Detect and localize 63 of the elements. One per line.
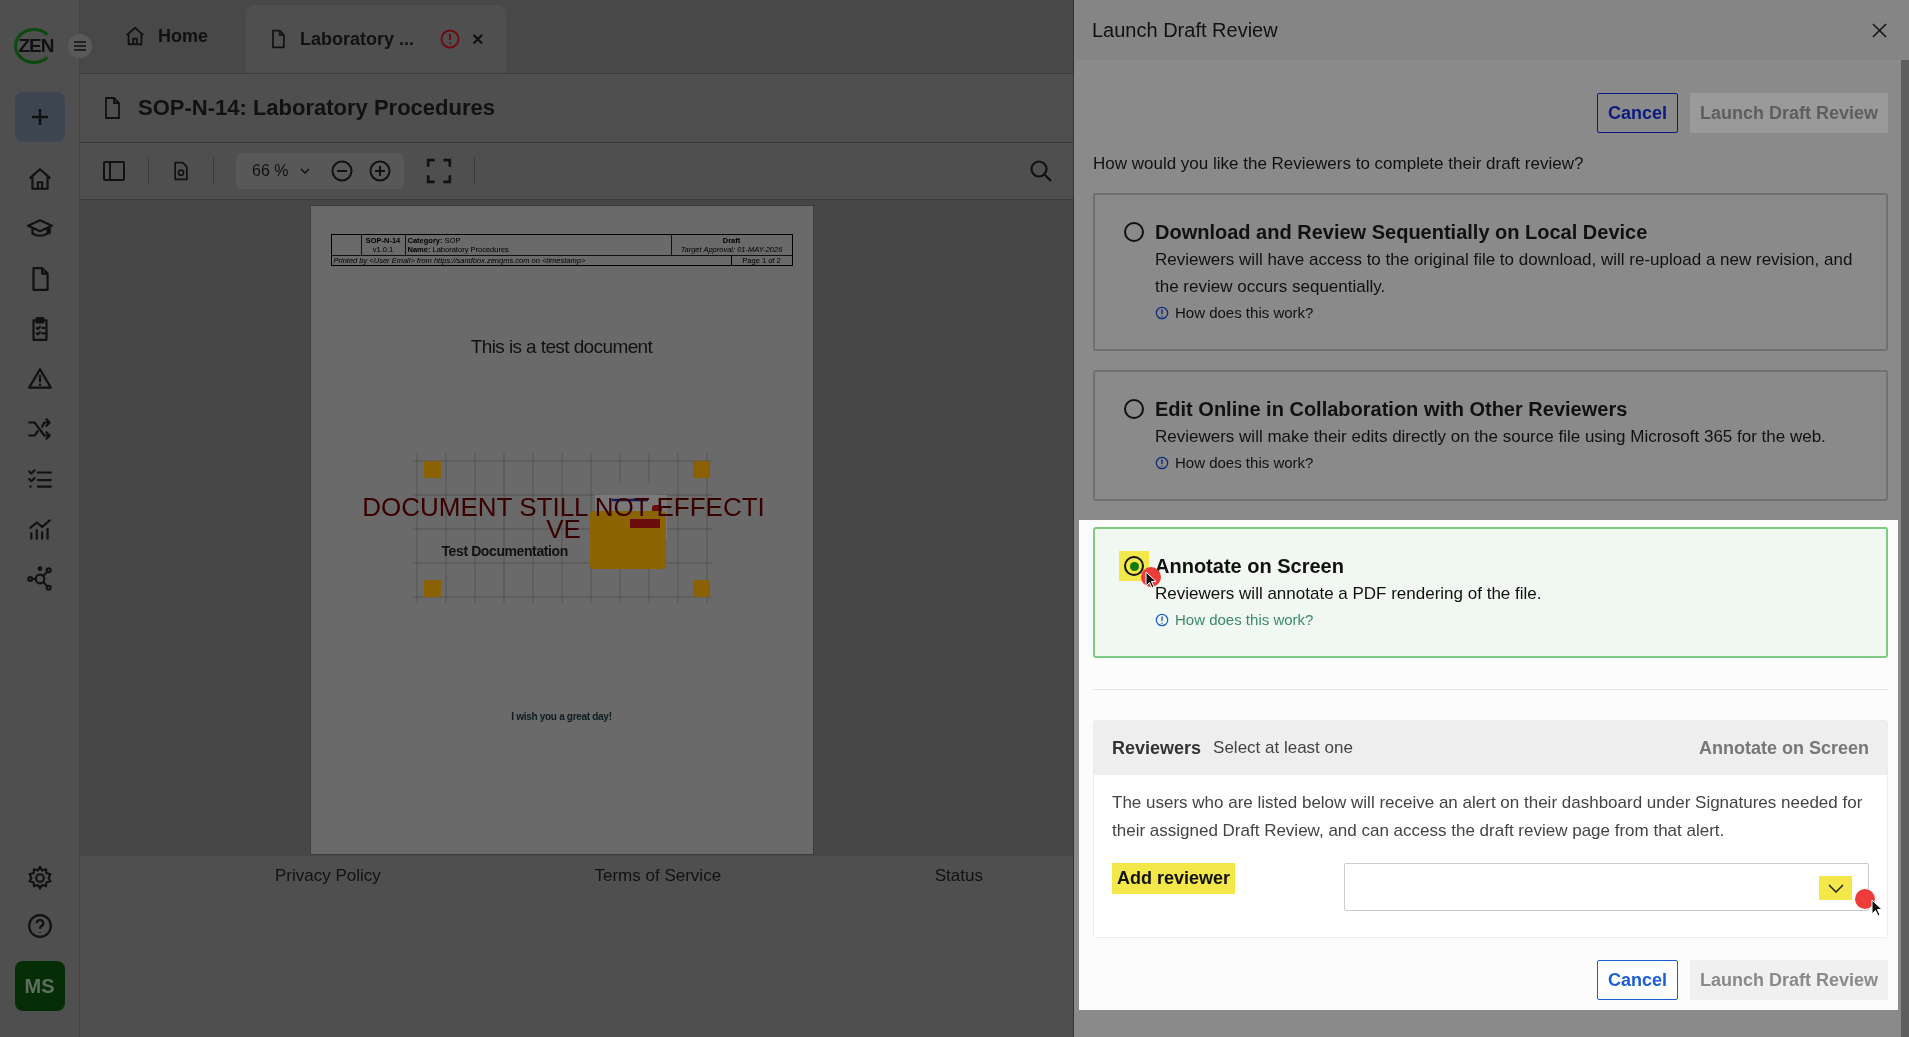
- section-hint: Select at least one: [1213, 738, 1353, 758]
- fullscreen-icon[interactable]: [426, 158, 453, 184]
- cursor-icon: [1871, 899, 1883, 917]
- warning-icon[interactable]: [26, 366, 53, 392]
- search-icon[interactable]: [1029, 159, 1053, 183]
- network-icon[interactable]: [26, 566, 53, 592]
- settings-icon[interactable]: [26, 865, 53, 891]
- help-link[interactable]: How does this work?: [1155, 304, 1314, 321]
- info-icon: [1155, 305, 1169, 320]
- footer-link[interactable]: Terms of Service: [594, 866, 722, 890]
- document-title: SOP-N-14: Laboratory Procedures: [138, 95, 495, 121]
- info-text: The users who are listed below will receive an alert on their dashboard under Signatures needed for their assigned Draft Review, and can access the draft review page from that alert.: [1112, 792, 1864, 842]
- cancel-button[interactable]: Cancel: [1596, 960, 1678, 1000]
- menu-icon: [74, 41, 86, 51]
- tab-label: Home: [158, 25, 208, 47]
- field-label: Add reviewer: [1112, 863, 1236, 894]
- section-label: Reviewers: [1112, 737, 1202, 759]
- review-mode-label: Annotate on Screen: [1698, 737, 1869, 759]
- close-tab-button[interactable]: ×: [472, 27, 484, 51]
- option-card[interactable]: Annotate on Screen Reviewers will annotate a PDF rendering of the file. How does this work?: [1093, 527, 1888, 658]
- chevron-down-icon: [300, 168, 311, 174]
- cancel-button[interactable]: Cancel: [1596, 93, 1678, 133]
- menu-button[interactable]: [68, 34, 92, 58]
- option-title: Annotate on Screen: [1155, 555, 1345, 578]
- shuffle-icon[interactable]: [26, 416, 53, 442]
- zoom-out-icon[interactable]: [330, 159, 355, 183]
- option-title: Download and Review Sequentially on Local Device: [1155, 221, 1649, 244]
- document-settings-icon[interactable]: [171, 160, 191, 182]
- app-logo: ZEN: [13, 28, 54, 64]
- home-icon[interactable]: [26, 166, 53, 192]
- home-icon: [124, 25, 146, 47]
- zoom-in-icon[interactable]: [368, 159, 393, 183]
- info-icon: [1155, 612, 1169, 627]
- help-link[interactable]: How does this work?: [1155, 611, 1314, 628]
- scrollbar[interactable]: [1901, 60, 1909, 1037]
- option-description: Reviewers will make their edits directly on the source file using Microsoft 365 for the web.: [1155, 426, 1826, 448]
- close-icon[interactable]: [1872, 22, 1887, 38]
- add-button[interactable]: [14, 92, 65, 142]
- panel-title: Launch Draft Review: [1092, 18, 1278, 42]
- info-icon: [1155, 455, 1169, 470]
- footer-link[interactable]: Privacy Policy: [275, 866, 381, 890]
- option-card[interactable]: Download and Review Sequentially on Local Device Reviewers will have access to the original file to download, will re-upload a new revision, and the review occurs sequentially. How does this work?: [1093, 193, 1888, 351]
- figure-caption: Test Documentation: [441, 543, 568, 559]
- help-link[interactable]: How does this work?: [1155, 454, 1314, 471]
- plus-icon: [29, 107, 50, 127]
- click-marker-icon: [1855, 889, 1875, 909]
- option-card[interactable]: Edit Online in Collaboration with Other Reviewers Reviewers will make their edits directly on the source file using Microsoft 365 for the web. How does this work?: [1093, 370, 1888, 501]
- closing-text: I wish you a great day!: [511, 711, 612, 722]
- chevron-down-icon[interactable]: [1819, 876, 1852, 900]
- chart-icon[interactable]: [26, 516, 53, 542]
- option-description: Reviewers will have access to the original file to download, will re-upload a new revision, and the review occurs sequentially.: [1155, 249, 1854, 298]
- help-icon[interactable]: [26, 913, 53, 939]
- question-text: How would you like the Reviewers to complete their draft review?: [1093, 154, 1585, 174]
- option-description: Reviewers will annotate a PDF rendering of the file.: [1155, 583, 1542, 605]
- tab-label: Laboratory ...: [300, 28, 415, 50]
- tab[interactable]: Home: [100, 5, 232, 73]
- document-heading: This is a test document: [470, 336, 653, 358]
- sidebar-toggle-icon[interactable]: [102, 159, 126, 183]
- reviewer-select-field[interactable]: [1344, 863, 1869, 911]
- option-title: Edit Online in Collaboration with Other Reviewers: [1155, 398, 1629, 421]
- footer-link[interactable]: Status: [934, 866, 983, 890]
- user-avatar[interactable]: MS: [14, 961, 65, 1011]
- tab[interactable]: Laboratory ... ×: [246, 5, 506, 73]
